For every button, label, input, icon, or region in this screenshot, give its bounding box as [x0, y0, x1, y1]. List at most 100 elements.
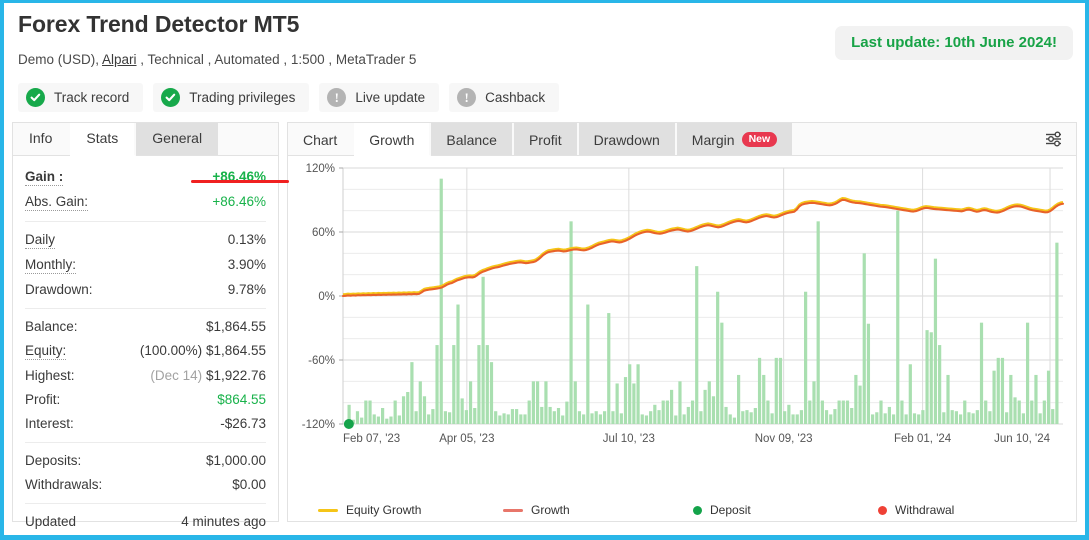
legend-label: Withdrawal [895, 503, 955, 517]
tab-margin-label: Margin [691, 131, 735, 148]
svg-text:Apr 05, '23: Apr 05, '23 [439, 433, 494, 445]
tab-stats[interactable]: Stats [70, 123, 137, 156]
stats-panel: Info Stats General Gain : +86.46% Abs. G… [12, 122, 289, 529]
svg-text:0%: 0% [318, 291, 335, 303]
stat-row-withdrawals: Withdrawals: $0.00 [25, 473, 266, 497]
badge-trading-privileges[interactable]: Trading privileges [153, 83, 310, 112]
tab-general[interactable]: General [136, 123, 221, 155]
legend-item-withdrawal[interactable]: Withdrawal [873, 503, 954, 517]
stat-value: $864.55 [217, 392, 266, 407]
stat-row-updated: Updated 4 minutes ago [25, 510, 266, 534]
divider [25, 221, 266, 222]
stat-value: -$26.73 [220, 416, 266, 431]
stat-label: Balance: [25, 319, 78, 334]
subtitle-post: , Technical , Automated , 1:500 , MetaTr… [136, 52, 417, 67]
stat-value: $0.00 [232, 477, 266, 492]
stat-label: Highest: [25, 368, 75, 383]
svg-text:Jun 10, '24: Jun 10, '24 [994, 433, 1051, 445]
stat-value-group: (100.00%) $1,864.55 [140, 342, 266, 359]
subtitle-pre: Demo (USD), [18, 52, 103, 67]
svg-text:Feb 01, '24: Feb 01, '24 [894, 433, 952, 445]
exclamation-icon: ! [457, 88, 477, 107]
stat-value: $1,922.76 [205, 368, 266, 383]
legend-dot-icon [878, 505, 887, 515]
stat-row-monthly: Monthly: 3.90% [25, 253, 266, 278]
broker-link[interactable]: Alpari [102, 52, 137, 67]
svg-text:Jul 10, '23: Jul 10, '23 [603, 433, 655, 445]
stat-value: 3.90% [227, 257, 266, 272]
chart-legend: Equity Growth Growth Deposit Withdrawal [288, 503, 1076, 517]
svg-text:-60%: -60% [308, 355, 335, 367]
tab-growth[interactable]: Growth [354, 123, 432, 156]
gain-annotation-underline [191, 180, 289, 183]
svg-text:120%: 120% [306, 163, 335, 175]
new-badge: New [741, 132, 778, 147]
tab-profit[interactable]: Profit [513, 123, 579, 155]
stat-value: 0.13% [227, 232, 266, 247]
tab-margin[interactable]: Margin New [676, 123, 795, 155]
legend-item-equity-growth[interactable]: Equity Growth [318, 503, 503, 517]
badge-label: Cashback [485, 90, 546, 105]
stat-row-drawdown: Drawdown: 9.78% [25, 278, 266, 302]
legend-label: Growth [531, 503, 570, 517]
stat-value-prefix: (Dec 14) [150, 368, 203, 383]
stat-label: Abs. Gain: [25, 194, 89, 211]
legend-dot-icon [693, 505, 702, 515]
stats-list: Gain : +86.46% Abs. Gain: +86.46% Daily … [13, 156, 278, 535]
stat-row-tracking: Tracking 8 [25, 534, 266, 535]
svg-text:-120%: -120% [302, 419, 335, 431]
stat-value-prefix: (100.00%) [139, 343, 203, 358]
tab-drawdown[interactable]: Drawdown [578, 123, 677, 155]
stat-value: +86.46% [212, 194, 266, 209]
page-root: Forex Trend Detector MT5 Demo (USD), Alp… [0, 0, 1089, 540]
divider [25, 503, 266, 504]
stat-row-gain: Gain : +86.46% [25, 165, 266, 190]
tab-info[interactable]: Info [13, 123, 71, 155]
badge-label: Live update [355, 90, 426, 105]
stat-row-daily: Daily 0.13% [25, 228, 266, 253]
stat-value: 4 minutes ago [181, 514, 266, 529]
stat-label: Deposits: [25, 453, 82, 468]
check-icon [161, 88, 181, 107]
tab-chart[interactable]: Chart [288, 123, 355, 155]
badge-label: Trading privileges [189, 90, 296, 105]
stat-label: Drawdown: [25, 282, 93, 297]
growth-chart-svg: 120% 60% 0% -60% -120% Feb 07, '23 Apr 05, '23… [302, 163, 1065, 445]
stat-label: Profit: [25, 392, 61, 407]
last-update-badge: Last update: 10th June 2024! [835, 26, 1073, 60]
divider [25, 442, 266, 443]
stat-row-highest: Highest: (Dec 14) $1,922.76 [25, 364, 266, 388]
stat-value-group: (Dec 14) $1,922.76 [150, 367, 266, 384]
stat-label: Withdrawals: [25, 477, 103, 492]
growth-chart[interactable]: 120% 60% 0% -60% -120% Feb 07, '23 Apr 05, '23… [288, 156, 1076, 521]
stat-label: Updated [25, 514, 77, 529]
legend-item-growth[interactable]: Growth [503, 503, 688, 517]
svg-text:Feb 07, '23: Feb 07, '23 [343, 433, 400, 445]
stat-row-interest: Interest: -$26.73 [25, 412, 266, 436]
legend-label: Equity Growth [346, 503, 422, 517]
svg-text:60%: 60% [312, 227, 335, 239]
stat-label: Monthly: [25, 257, 77, 274]
tab-balance[interactable]: Balance [431, 123, 514, 155]
divider [25, 308, 266, 309]
legend-item-deposit[interactable]: Deposit [688, 503, 873, 517]
legend-label: Deposit [710, 503, 751, 517]
stat-label: Interest: [25, 416, 74, 431]
check-icon [26, 88, 45, 107]
badge-label: Track record [54, 90, 130, 105]
verification-badges: Track record Trading privileges ! Live u… [18, 83, 1071, 112]
stat-value: 9.78% [227, 282, 266, 297]
badge-live-update[interactable]: ! Live update [319, 83, 440, 112]
badge-cashback[interactable]: ! Cashback [449, 83, 560, 112]
stat-row-profit: Profit: $864.55 [25, 388, 266, 412]
page-header: Forex Trend Detector MT5 Demo (USD), Alp… [4, 3, 1085, 112]
badge-track-record[interactable]: Track record [18, 83, 144, 112]
exclamation-icon: ! [327, 88, 347, 107]
svg-text:Nov 09, '23: Nov 09, '23 [755, 433, 813, 445]
chart-tabs: Chart Growth Balance Profit Drawdown Mar… [288, 123, 1076, 156]
stat-row-equity: Equity: (100.00%) $1,864.55 [25, 339, 266, 364]
chart-settings-button[interactable] [1032, 123, 1076, 155]
stats-tabs: Info Stats General [13, 123, 278, 156]
stat-row-balance: Balance: $1,864.55 [25, 315, 266, 339]
legend-line-icon [503, 508, 523, 512]
